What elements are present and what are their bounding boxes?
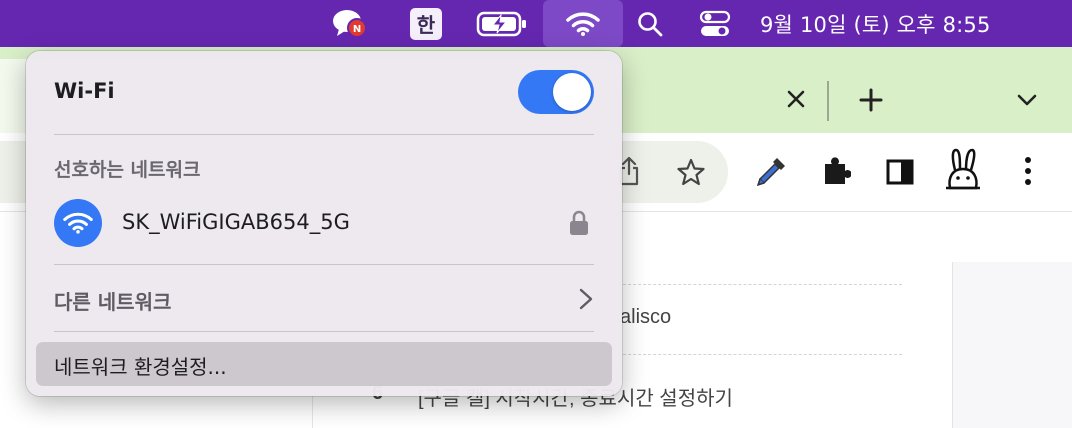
wifi-menu-panel: Wi-Fi 선호하는 네트워크 SK_WiFiGIGAB654_5G 다른 네트… [26, 51, 622, 396]
lock-icon [569, 210, 589, 240]
wifi-icon [566, 11, 600, 36]
content-side-border [952, 262, 953, 428]
rabbit-extension-icon[interactable] [942, 147, 984, 195]
preferred-networks-header: 선호하는 네트워크 [54, 159, 201, 181]
network-name: SK_WiFiGIGAB654_5G [122, 210, 350, 234]
new-tab-icon[interactable] [856, 85, 886, 115]
other-networks-label: 다른 네트워크 [54, 290, 172, 314]
network-settings-item[interactable]: 네트워크 환경설정... [36, 342, 612, 386]
wifi-menu-button[interactable] [543, 0, 623, 47]
sidebar-icon[interactable] [883, 155, 917, 189]
wifi-toggle[interactable] [518, 70, 594, 114]
close-tab-icon[interactable] [782, 85, 810, 113]
wifi-menu-title: Wi-Fi [54, 79, 115, 103]
network-row[interactable]: SK_WiFiGIGAB654_5G [26, 195, 622, 247]
menubar: N 한 9월 10일 (토) 오후 8:55 [0, 0, 1072, 47]
more-menu-icon[interactable] [1014, 153, 1042, 189]
tab-list-icon[interactable] [1014, 87, 1040, 113]
chevron-right-icon [578, 287, 594, 315]
network-settings-label: 네트워크 환경설정... [54, 355, 227, 379]
menu-separator [54, 331, 594, 332]
input-method-label: 한 [410, 7, 442, 40]
other-networks-row[interactable]: 다른 네트워크 [26, 281, 622, 317]
list-item-text[interactable]: alisco [620, 306, 671, 329]
input-method-icon[interactable]: 한 [406, 0, 446, 47]
bookmark-star-icon[interactable] [674, 155, 708, 189]
network-wifi-icon [54, 199, 102, 247]
extensions-icon[interactable] [818, 153, 854, 189]
control-center-icon[interactable] [694, 0, 736, 47]
spotlight-search-icon[interactable] [632, 0, 668, 47]
tab-divider [827, 81, 829, 121]
battery-icon[interactable] [474, 0, 530, 47]
notification-badge-text: N [353, 24, 361, 35]
wifi-toggle-knob [553, 73, 591, 111]
chat-notification-icon[interactable]: N [328, 0, 372, 47]
content-side-panel [952, 262, 1072, 428]
eyedropper-icon[interactable] [754, 153, 790, 189]
menubar-clock[interactable]: 9월 10일 (토) 오후 8:55 [760, 0, 1040, 47]
menu-separator [54, 134, 594, 135]
menu-separator [54, 264, 594, 265]
